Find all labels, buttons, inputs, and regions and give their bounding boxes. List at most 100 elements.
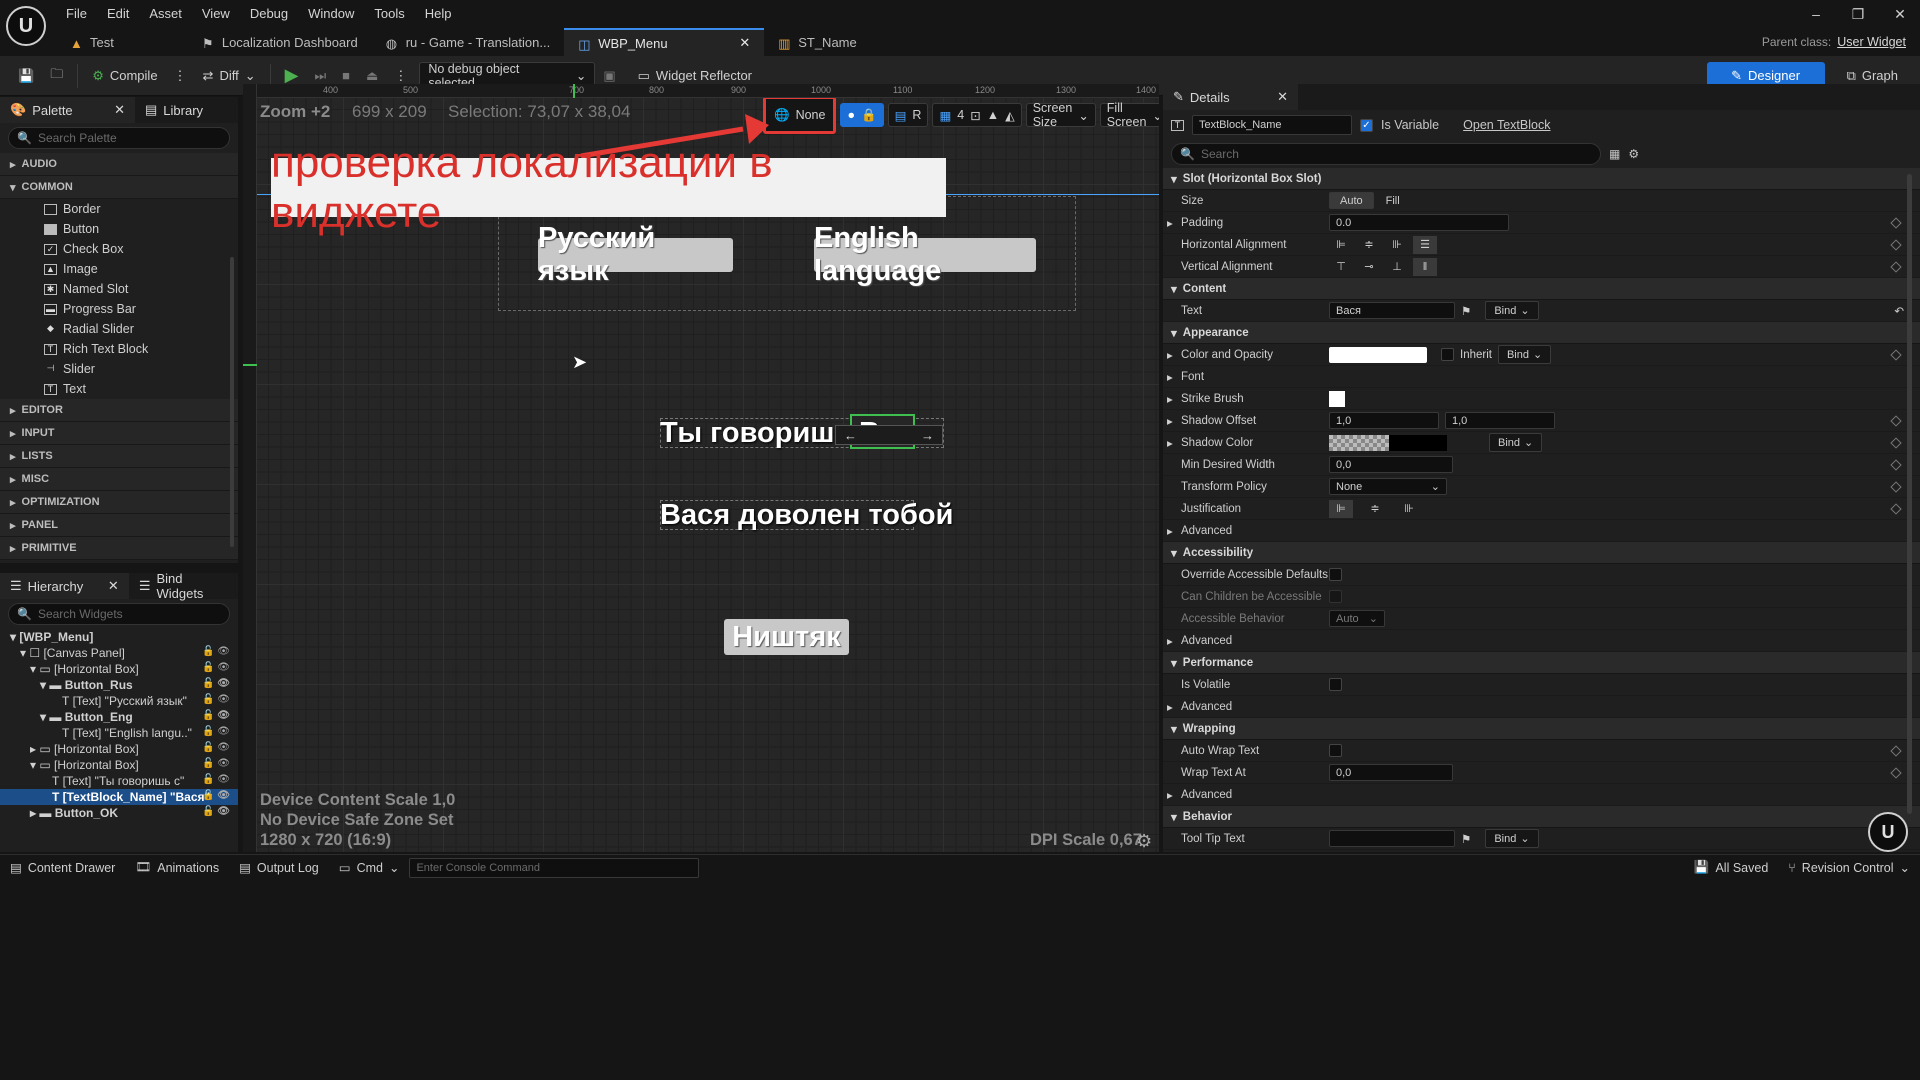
- section-behavior[interactable]: ▾ Behavior: [1163, 806, 1920, 828]
- all-saved-button[interactable]: 💾 All Saved: [1684, 855, 1778, 881]
- bind-dropdown[interactable]: Bind ⌄: [1485, 301, 1539, 320]
- table-view-icon[interactable]: ▦: [1609, 147, 1620, 161]
- reset-icon[interactable]: [1890, 436, 1902, 449]
- tree-row[interactable]: ▾ ▭ [Horizontal Box] 🔓 👁: [0, 757, 238, 773]
- transform-policy-dropdown[interactable]: None ⌄: [1329, 478, 1447, 495]
- revision-control-button[interactable]: ⑂ Revision Control ⌄: [1778, 855, 1920, 881]
- compile-button[interactable]: ⚙ Compile: [84, 62, 165, 90]
- category-common[interactable]: ▾ COMMON: [0, 176, 238, 199]
- close-icon[interactable]: ✕: [1277, 89, 1288, 105]
- resize-handle[interactable]: ← →: [835, 425, 943, 445]
- menu-edit[interactable]: Edit: [97, 3, 139, 25]
- reset-icon[interactable]: [1890, 348, 1902, 361]
- tree-row[interactable]: ▾ ▬ Button_Rus 🔓 👁: [0, 677, 238, 693]
- animations-button[interactable]: 🎞 Animations: [125, 855, 229, 881]
- tab-hierarchy[interactable]: ☰ Hierarchy ✕: [0, 573, 129, 599]
- reset-icon[interactable]: [1890, 238, 1902, 251]
- section-accessibility[interactable]: ▾ Accessibility: [1163, 542, 1920, 564]
- justify-left-icon[interactable]: ⊫: [1329, 499, 1353, 518]
- tab-translation[interactable]: ◍ ru - Game - Translation...: [372, 28, 565, 56]
- lock-visibility-icons[interactable]: 🔓 👁: [202, 806, 230, 817]
- category-panel[interactable]: ▸ PANEL: [0, 514, 238, 537]
- open-textblock-link[interactable]: Open TextBlock: [1463, 118, 1550, 132]
- tab-palette[interactable]: 🎨 Palette ✕: [0, 97, 135, 123]
- lock-toggle[interactable]: ● 🔒: [840, 103, 884, 127]
- close-icon[interactable]: ✕: [114, 102, 125, 118]
- align-center-icon[interactable]: ≑: [1357, 236, 1381, 254]
- tree-row[interactable]: T [Text] "Ты говоришь с" 🔓 👁: [0, 773, 238, 789]
- row-advanced[interactable]: ▸ Advanced: [1163, 520, 1920, 542]
- menu-tools[interactable]: Tools: [364, 3, 414, 25]
- bind-dropdown[interactable]: Bind ⌄: [1497, 345, 1552, 364]
- tooltip-input[interactable]: [1329, 830, 1455, 847]
- parent-class-link[interactable]: User Widget: [1837, 35, 1906, 49]
- category-input[interactable]: ▸ INPUT: [0, 422, 238, 445]
- lock-visibility-icons[interactable]: 🔓 👁: [202, 726, 230, 737]
- palette-item-button[interactable]: Button: [0, 219, 238, 239]
- culture-preview-button[interactable]: 🌐 None: [763, 96, 837, 134]
- section-slot[interactable]: ▾ Slot (Horizontal Box Slot): [1163, 168, 1920, 190]
- settings-icon[interactable]: ⚙: [1628, 147, 1639, 161]
- reset-icon[interactable]: [1890, 414, 1902, 427]
- designer-viewport[interactable]: Zoom +2 699 x 209 Selection: 73,07 x 38,…: [243, 84, 1159, 852]
- tree-row[interactable]: ▸ ▬ Button_OK 🔓 👁: [0, 805, 238, 821]
- color-swatch[interactable]: [1329, 346, 1427, 363]
- palette-item-text[interactable]: T Text: [0, 379, 238, 399]
- row-advanced[interactable]: ▸ Advanced: [1163, 630, 1920, 652]
- section-appearance[interactable]: ▾ Appearance: [1163, 322, 1920, 344]
- widget-name-input[interactable]: TextBlock_Name: [1192, 115, 1352, 135]
- more-options-icon[interactable]: ⋮: [166, 62, 195, 90]
- palette-item-border[interactable]: Border: [0, 199, 238, 219]
- align-fill-icon[interactable]: ☰: [1413, 235, 1437, 254]
- strike-swatch[interactable]: [1329, 390, 1345, 407]
- align-middle-icon[interactable]: ⊸: [1357, 258, 1381, 276]
- menu-window[interactable]: Window: [298, 3, 364, 25]
- size-fill-button[interactable]: Fill: [1380, 192, 1406, 209]
- lock-visibility-icons[interactable]: 🔓 👁: [202, 790, 230, 801]
- category-primitive[interactable]: ▸ PRIMITIVE: [0, 537, 238, 560]
- padding-input[interactable]: 0.0: [1329, 214, 1509, 231]
- min-width-input[interactable]: 0,0: [1329, 456, 1453, 473]
- tab-details[interactable]: ✎ Details ✕: [1163, 84, 1298, 110]
- close-window-icon[interactable]: ✕: [1880, 6, 1920, 23]
- reset-icon[interactable]: [1890, 216, 1902, 229]
- reset-icon[interactable]: [1890, 480, 1902, 493]
- palette-item-image[interactable]: ▲ Image: [0, 259, 238, 279]
- localization-flag-icon[interactable]: ⚑: [1461, 832, 1471, 846]
- screen-size-dropdown[interactable]: Screen Size ⌄: [1025, 101, 1096, 129]
- menu-debug[interactable]: Debug: [240, 3, 298, 25]
- unreal-logo[interactable]: U: [6, 6, 46, 46]
- gear-icon[interactable]: ⚙: [1136, 831, 1152, 852]
- grid-snap-button[interactable]: ▦ 4 ⊡ ▲ ◭: [932, 103, 1022, 127]
- is-variable-checkbox[interactable]: ✓: [1360, 118, 1373, 132]
- tree-row-root[interactable]: ▾ [WBP_Menu]: [0, 629, 238, 645]
- menu-view[interactable]: View: [192, 3, 240, 25]
- shadow-color-solid[interactable]: [1389, 434, 1447, 451]
- button-ok[interactable]: Ништяк: [724, 619, 849, 655]
- minimize-icon[interactable]: –: [1796, 6, 1836, 22]
- tree-row[interactable]: ▾ ▬ Button_Eng 🔓 👁: [0, 709, 238, 725]
- lock-visibility-icons[interactable]: 🔓 👁: [202, 646, 230, 657]
- console-input[interactable]: Enter Console Command: [409, 857, 700, 878]
- cmd-dropdown[interactable]: ▭ Cmd ⌄: [329, 855, 410, 881]
- align-right-icon[interactable]: ⊪: [1385, 236, 1409, 254]
- section-performance[interactable]: ▾ Performance: [1163, 652, 1920, 674]
- details-scrollbar[interactable]: [1907, 174, 1912, 814]
- category-audio[interactable]: ▸ AUDIO: [0, 153, 238, 176]
- shadow-color-swatch[interactable]: [1329, 434, 1389, 451]
- bind-dropdown[interactable]: Bind ⌄: [1485, 829, 1539, 848]
- row-advanced[interactable]: ▸ Advanced: [1163, 784, 1920, 806]
- palette-item-named-slot[interactable]: ✱ Named Slot: [0, 279, 238, 299]
- reset-icon[interactable]: [1890, 260, 1902, 273]
- reset-icon[interactable]: [1890, 458, 1902, 471]
- restore-icon[interactable]: ❐: [1838, 6, 1878, 23]
- fill-screen-dropdown[interactable]: Fill Screen ⌄: [1099, 101, 1159, 129]
- lock-visibility-icons[interactable]: 🔓 👁: [202, 678, 230, 689]
- volatile-checkbox[interactable]: [1329, 678, 1342, 691]
- category-optimization[interactable]: ▸ OPTIMIZATION: [0, 491, 238, 514]
- details-search-input[interactable]: 🔍 Search: [1171, 143, 1601, 165]
- section-wrapping[interactable]: ▾ Wrapping: [1163, 718, 1920, 740]
- bind-dropdown[interactable]: Bind ⌄: [1489, 433, 1543, 452]
- align-vfill-icon[interactable]: ‖: [1413, 257, 1437, 276]
- lock-visibility-icons[interactable]: 🔓 👁: [202, 710, 230, 721]
